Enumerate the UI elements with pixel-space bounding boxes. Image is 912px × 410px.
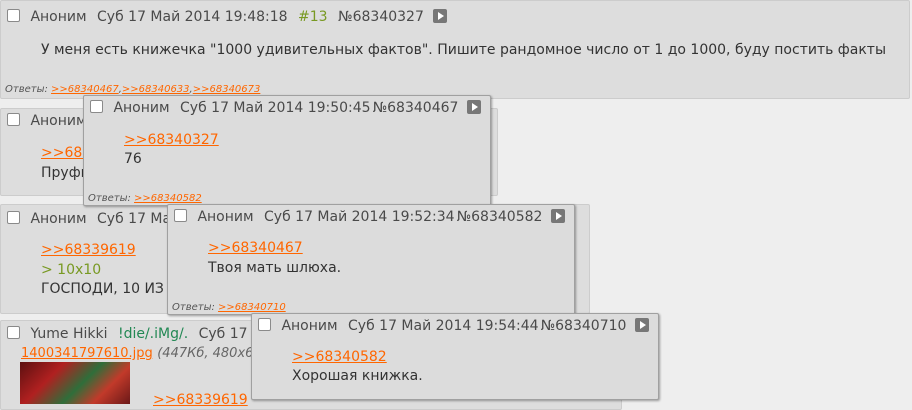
reply-popup: Аноним Суб 17 Май 2014 19:54:44 №68340710… [251,313,659,400]
quote-line: >>68340327 [124,132,219,148]
reply-link[interactable]: >>68340710 [218,302,286,313]
post-header: Аноним Суб 17 Май 2014 19:48:18 #13 №683… [7,9,453,25]
tripcode: !die/.iMg/. [117,326,189,342]
reply-link[interactable]: >>68340467 [51,84,119,95]
quote-line: >>68340467 [208,240,303,256]
post-number[interactable]: №68340582 [457,209,543,225]
post-author: Аноним [30,211,87,227]
post-number[interactable]: №68340710 [541,318,627,334]
post-header: Аноним Суб 17 Май 2014 19:52:34 №68340582 [174,209,571,225]
greentext: > 10x10 [41,262,102,278]
replies: Ответы: >>68340710 [172,302,286,313]
quote-line: >>68339619 [41,242,136,258]
quote-link[interactable]: >>68339619 [153,392,248,408]
post-image-thumbnail[interactable] [20,362,130,404]
post-date: Суб 17 Май 2014 19:54:44 [348,318,539,334]
reply-link[interactable]: >>68340633 [122,84,190,95]
post-header: Yume Hikki !die/.iMg/. Суб 17 М [7,326,270,342]
expand-icon[interactable] [467,100,482,114]
reply-popup: Аноним Суб 17 Май 2014 19:50:45 №68340467… [83,95,491,206]
file-link[interactable]: 1400341797610.jpg [21,346,153,361]
post-author: Аноним [197,209,254,225]
quote-link[interactable]: >>68340582 [292,349,387,365]
post-date: Суб 17 Май 2014 19:52:34 [264,209,455,225]
quote-link[interactable]: >>68340327 [124,132,219,148]
replies-label: Ответы: [172,302,215,313]
post-text: Твоя мать шлюха. [208,260,342,276]
post-text: У меня есть книжечка "1000 удивительных … [41,42,887,58]
post-number[interactable]: №68340467 [373,100,459,116]
select-checkbox[interactable] [7,211,20,224]
expand-icon[interactable] [432,9,447,23]
post-date: Суб 17 Ма [97,211,172,227]
select-checkbox[interactable] [7,113,20,126]
post-number[interactable]: №68340327 [338,9,424,25]
replies-label: Ответы: [5,84,48,95]
post-ordinal: #13 [298,9,328,25]
reply-link[interactable]: >>68340582 [134,193,202,204]
post-author: Аноним [30,113,87,129]
post-header: Аноним [7,113,93,129]
select-checkbox[interactable] [7,9,20,22]
post-text: ГОСПОДИ, 10 ИЗ [41,281,164,297]
post-date: Суб 17 Май 2014 19:50:45 [180,100,371,116]
post-author: Аноним [30,9,87,25]
post-author: Аноним [113,100,170,116]
post-header: Аноним Суб 17 Май 2014 19:50:45 №68340467 [90,100,487,116]
replies: Ответы: >>68340582 [88,193,202,204]
post-header: Аноним Суб 17 Ма [7,211,177,227]
reply-link[interactable]: >>68340673 [193,84,261,95]
post-header: Аноним Суб 17 Май 2014 19:54:44 №68340710 [258,318,655,334]
replies: Ответы: >>68340467,>>68340633,>>68340673 [5,84,261,95]
quote-line: >>68339619 [153,392,248,408]
post-author: Аноним [281,318,338,334]
quote-line: >>68340582 [292,349,387,365]
select-checkbox[interactable] [90,100,103,113]
select-checkbox[interactable] [174,209,187,222]
expand-icon[interactable] [635,318,650,332]
op-post: Аноним Суб 17 Май 2014 19:48:18 #13 №683… [0,0,910,99]
post-text: Хорошая книжка. [292,368,423,384]
select-checkbox[interactable] [258,318,271,331]
quote-link[interactable]: >>68340467 [208,240,303,256]
post-author: Yume Hikki [30,326,108,342]
post-date: Суб 17 Май 2014 19:48:18 [97,9,288,25]
post-text: 76 [124,151,142,167]
expand-icon[interactable] [551,209,566,223]
replies-label: Ответы: [88,193,131,204]
file-line: 1400341797610.jpg (447Кб, 480x64 [21,345,262,361]
file-info: (447Кб, 480x64 [157,346,262,361]
select-checkbox[interactable] [7,326,20,339]
reply-popup: Аноним Суб 17 Май 2014 19:52:34 №68340582… [167,204,575,315]
quote-link[interactable]: >>68339619 [41,242,136,258]
